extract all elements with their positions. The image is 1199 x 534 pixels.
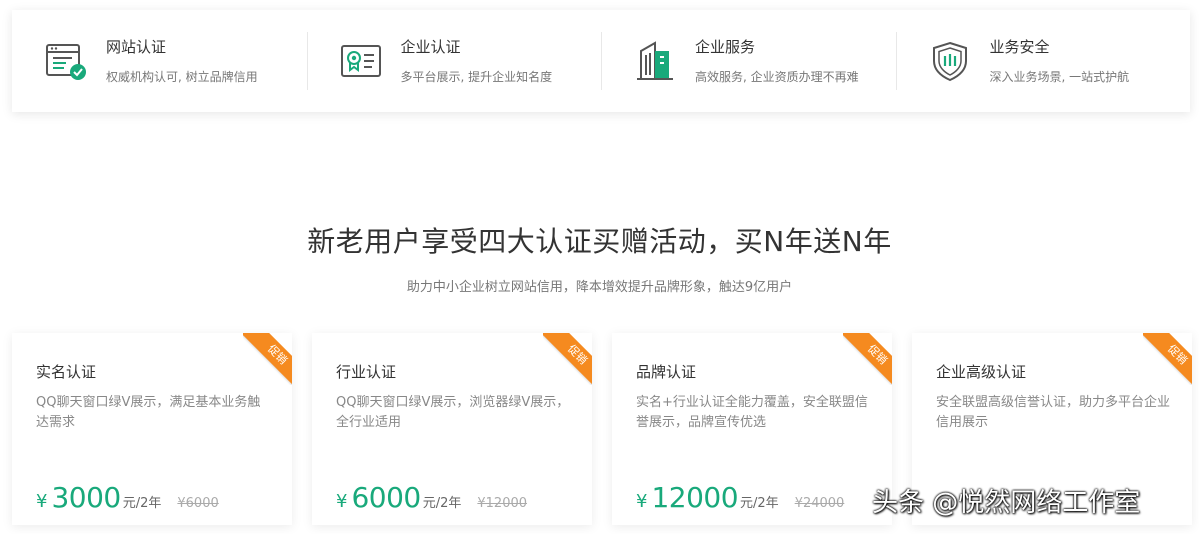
price-unit: 元/2年 [122,496,162,511]
price-value: 12000 [651,481,739,514]
feature-desc: 深入业务场景, 一站式护航 [989,70,1130,84]
business-security-icon [932,41,967,82]
website-cert-icon [46,44,86,80]
card-desc: QQ聊天窗口绿V展示，浏览器绿V展示，全行业适用 [336,395,570,430]
card-price: ¥ 12000 元/2年 ¥24000 [636,481,844,514]
feature-business-security[interactable]: 业务安全 深入业务场景, 一站式护航 [895,10,1191,112]
feature-title: 企业服务 [695,38,756,56]
product-card-industry[interactable]: 促销 行业认证 QQ聊天窗口绿V展示，浏览器绿V展示，全行业适用 ¥ 6000 … [312,333,592,525]
promo-title: 新老用户享受四大认证买赠活动，买N年送N年 [307,225,892,258]
feature-strip: 网站认证 权威机构认可, 树立品牌信用 企业认证 多平台展示, 提升企业知名度 [12,10,1190,112]
promo-ribbon: 促销 [1143,333,1192,385]
product-card-realname[interactable]: 促销 实名认证 QQ聊天窗口绿V展示，满足基本业务触达需求 ¥ 3000 元/2… [12,333,292,525]
promo-ribbon: 促销 [543,333,592,385]
feature-title: 业务安全 [989,38,1050,56]
price-original: ¥6000 [177,496,219,511]
promo-ribbon: 促销 [843,333,892,385]
feature-title: 网站认证 [106,38,167,56]
enterprise-cert-icon [340,45,381,77]
price-original: ¥24000 [794,496,845,511]
enterprise-service-icon [637,41,673,80]
price-symbol: ¥ [36,491,48,512]
feature-desc: 高效服务, 企业资质办理不再难 [695,70,859,84]
card-desc: QQ聊天窗口绿V展示，满足基本业务触达需求 [36,395,261,430]
ribbon-label: 促销 [843,333,892,385]
feature-enterprise-cert[interactable]: 企业认证 多平台展示, 提升企业知名度 [306,10,602,112]
card-title: 品牌认证 [636,363,697,381]
card-price: ¥ 3000 元/2年 ¥6000 [36,481,219,514]
ribbon-label: 促销 [243,333,292,385]
card-title: 企业高级认证 [936,363,1027,381]
card-title: 实名认证 [36,363,97,381]
watermark: 头条 @悦然网络工作室 [872,488,1141,518]
price-symbol: ¥ [636,491,648,512]
price-value: 6000 [351,481,421,514]
price-unit: 元/2年 [422,496,462,511]
ribbon-label: 促销 [1143,333,1192,385]
feature-title: 企业认证 [400,38,461,56]
card-desc: 实名+行业认证全能力覆盖，安全联盟信誉展示，品牌宣传优选 [636,395,868,430]
feature-desc: 权威机构认可, 树立品牌信用 [106,70,258,84]
price-value: 3000 [51,481,121,514]
price-symbol: ¥ [336,491,348,512]
card-desc: 安全联盟高级信誉认证，助力多平台企业信用展示 [936,395,1171,430]
promo-subtitle: 助力中小企业树立网站信用，降本增效提升品牌形象，触达9亿用户 [406,280,793,295]
card-price: ¥ 6000 元/2年 ¥12000 [336,481,527,514]
promo-ribbon: 促销 [243,333,292,385]
card-title: 行业认证 [336,363,397,381]
feature-desc: 多平台展示, 提升企业知名度 [400,70,553,84]
price-unit: 元/2年 [740,496,779,511]
ribbon-label: 促销 [543,333,592,385]
feature-website-cert[interactable]: 网站认证 权威机构认可, 树立品牌信用 [12,10,307,112]
price-original: ¥12000 [477,496,528,511]
feature-enterprise-service[interactable]: 企业服务 高效服务, 企业资质办理不再难 [601,10,896,112]
product-card-brand[interactable]: 促销 品牌认证 实名+行业认证全能力覆盖，安全联盟信誉展示，品牌宣传优选 ¥ 1… [612,333,892,525]
